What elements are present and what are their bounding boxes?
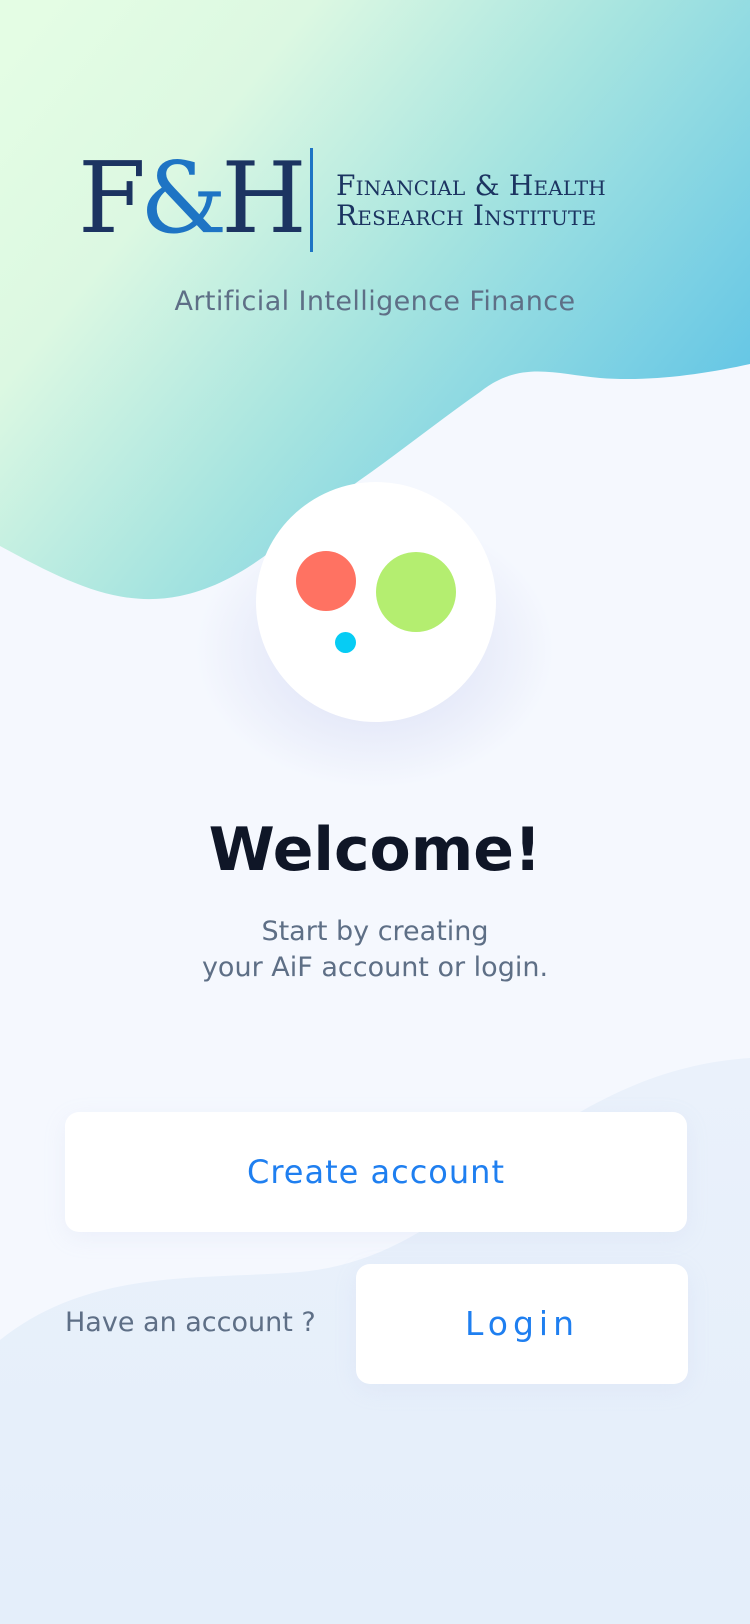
logo-monogram-f: F — [78, 142, 146, 256]
app-logo-dots-icon — [256, 482, 496, 722]
logo-monogram: F&H — [78, 142, 307, 257]
logo-dot-red — [296, 551, 356, 611]
have-account-label: Have an account ? — [65, 1307, 316, 1338]
login-button[interactable]: Login — [356, 1264, 688, 1384]
logo-name-line-1: Financial & Health — [336, 169, 606, 202]
create-account-button[interactable]: Create account — [65, 1112, 687, 1232]
logo-dot-green — [376, 552, 456, 632]
logo-monogram-ampersand: & — [140, 142, 227, 256]
institute-logo: F&H Financial & Health Research Institut… — [78, 142, 678, 257]
logo-dot-blue — [335, 632, 356, 653]
logo-monogram-h: H — [221, 142, 307, 256]
welcome-subtitle: Start by creating your AiF account or lo… — [0, 914, 750, 986]
app-tagline: Artificial Intelligence Finance — [174, 286, 576, 317]
welcome-subtitle-line-1: Start by creating — [261, 916, 489, 947]
logo-divider — [310, 148, 313, 252]
welcome-subtitle-line-2: your AiF account or login. — [201, 952, 549, 983]
welcome-title: Welcome! — [208, 815, 542, 885]
logo-name-line-2: Research Institute — [336, 199, 597, 232]
